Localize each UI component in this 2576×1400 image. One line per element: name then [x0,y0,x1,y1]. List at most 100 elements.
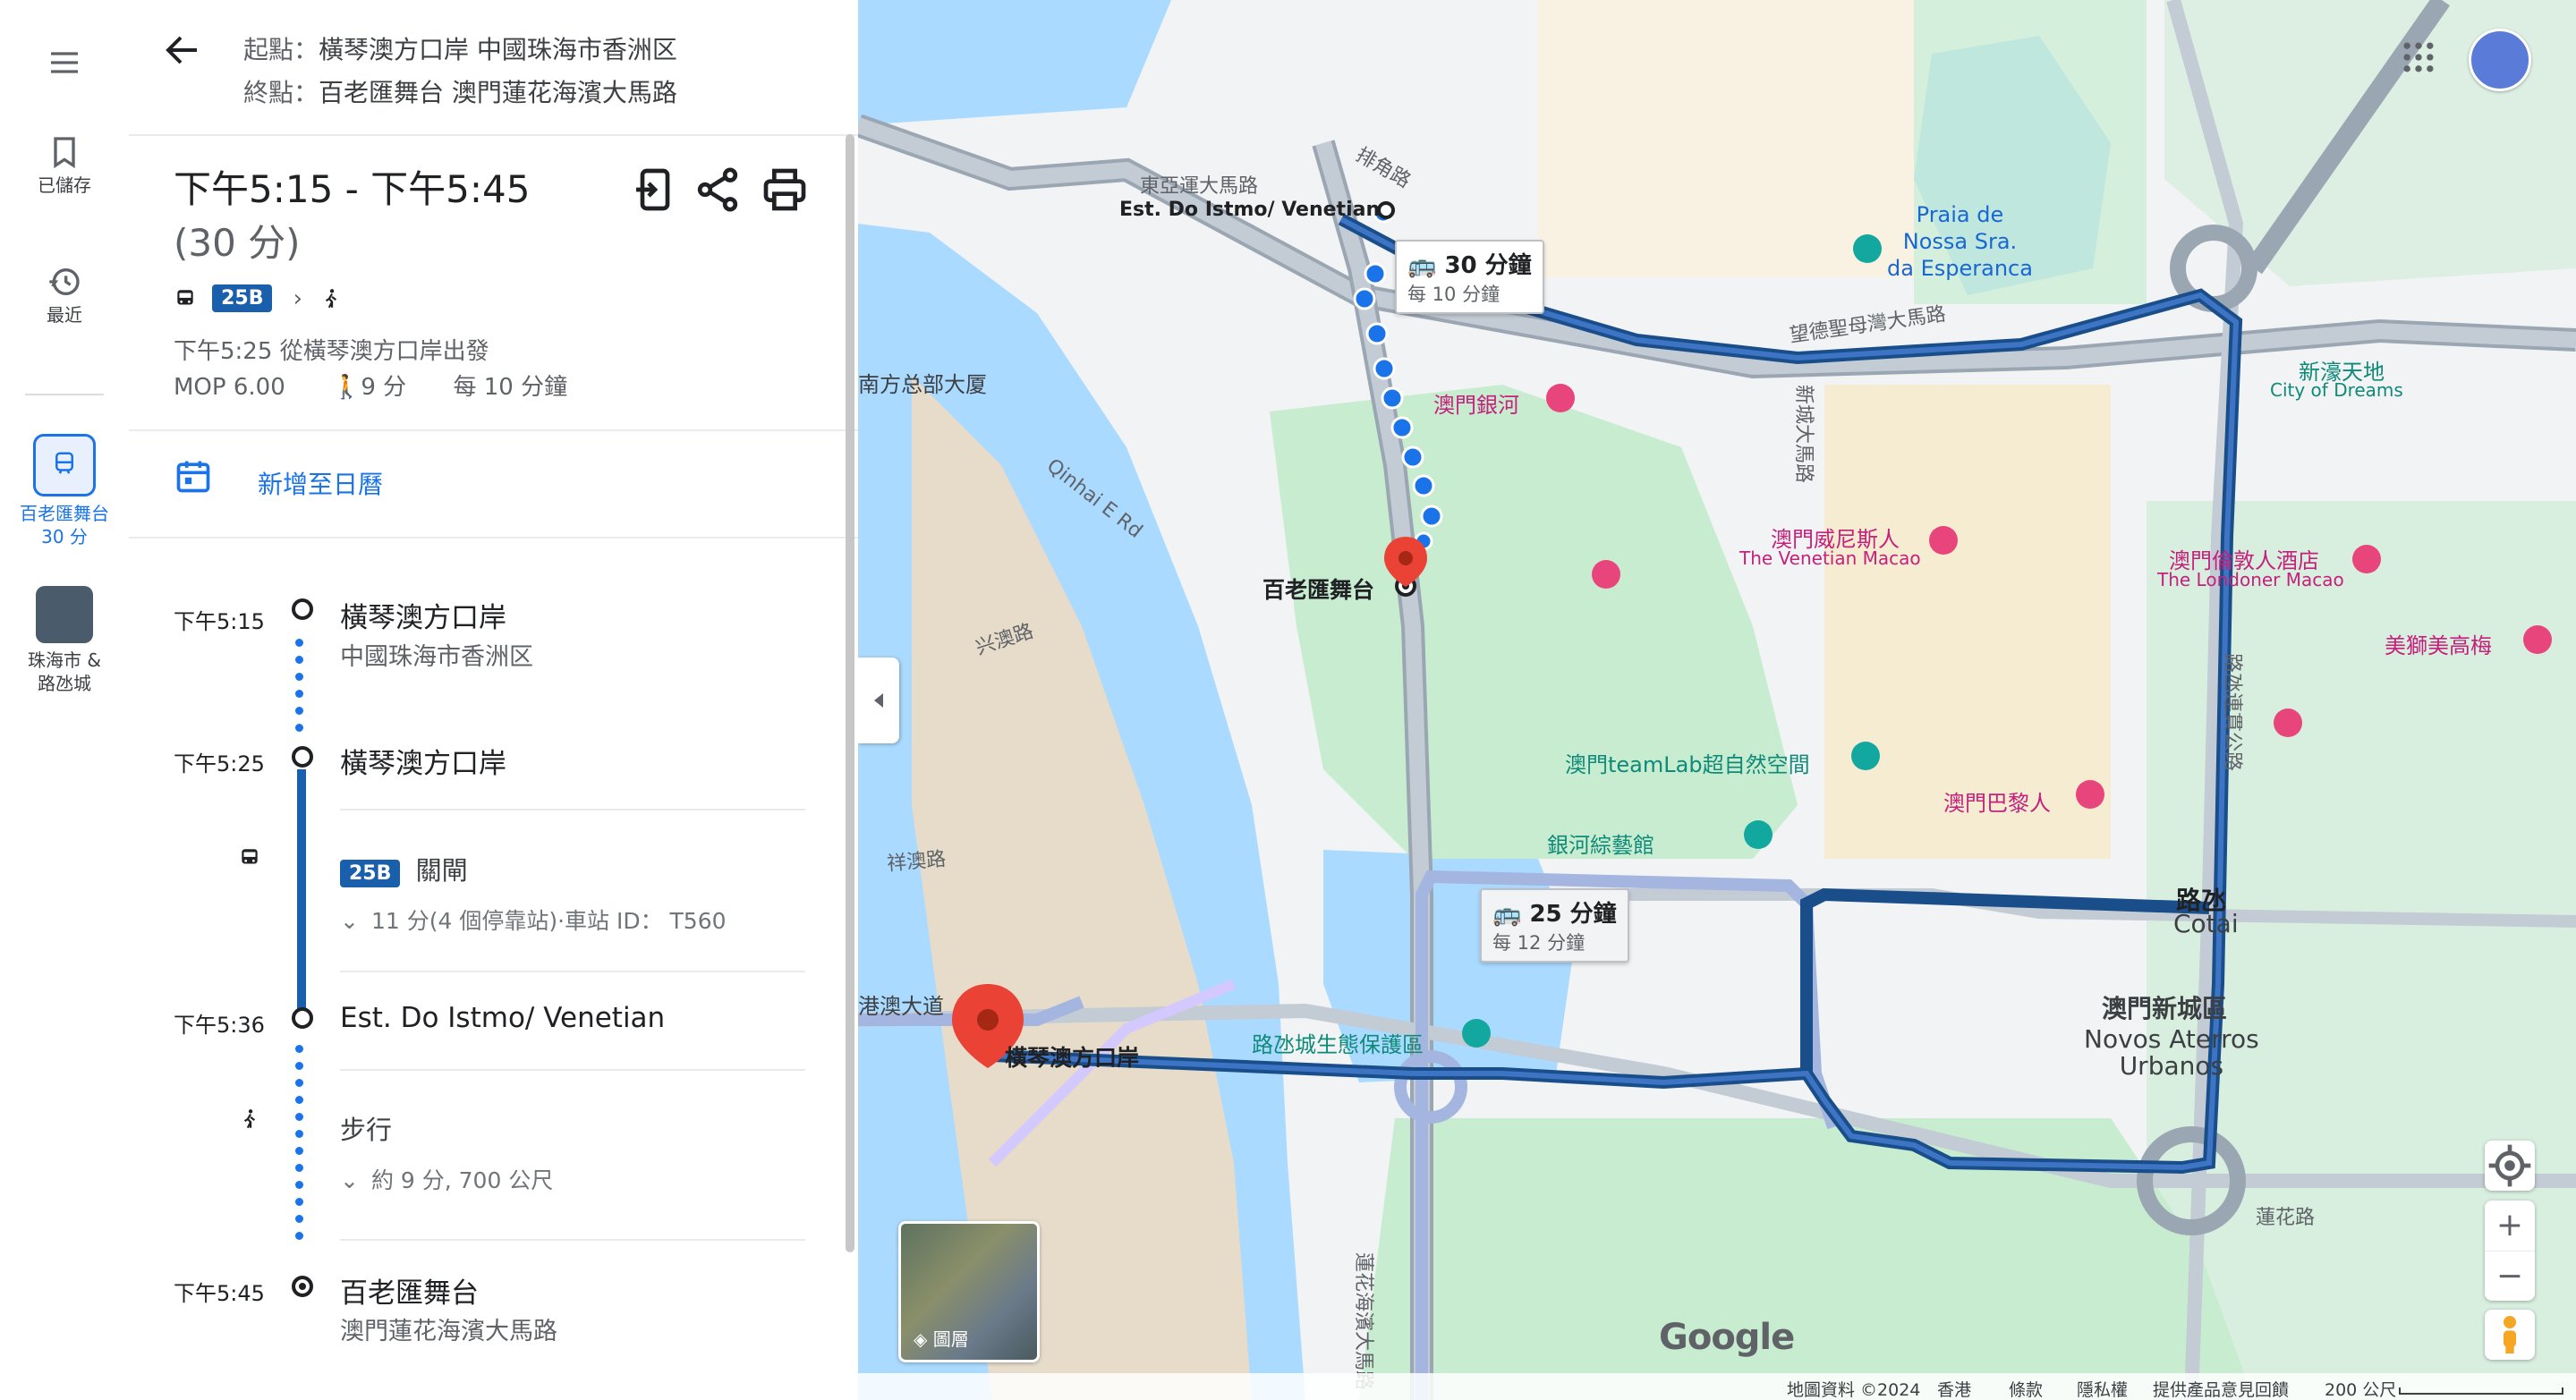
scale-bar [2399,1387,2563,1395]
region-link[interactable]: 香港 [1937,1377,1971,1400]
route-chips: 25B › [174,284,343,320]
divider [340,1069,805,1071]
poi-teamlab[interactable]: 澳門teamLab超自然空間 [1565,747,1810,778]
layers-button[interactable]: ◈ 圖層 [898,1221,1040,1362]
send-to-phone-button[interactable] [630,165,680,215]
stop2-marker [292,746,313,768]
zoom-out-button[interactable]: − [2485,1251,2535,1302]
route-callout-main[interactable]: 🚌 30 分鐘 每 10 分鐘 [1395,240,1544,314]
callout-main-time: 🚌 30 分鐘 [1407,252,1532,279]
street-view-button[interactable] [2485,1310,2535,1360]
layers-label: 圖層 [932,1328,969,1350]
divider [340,1239,805,1241]
route-callout-alt[interactable]: 🚌 25 分鐘 每 12 分鐘 [1480,888,1629,963]
origin-text: 橫琴澳方口岸 中國珠海市香洲区 [319,35,677,64]
map-canvas[interactable]: 東亞運大馬路 排角路 Est. Do Istmo/ Venetian Praia… [858,0,2576,1400]
route-badge: 25B [212,284,273,312]
stop-label-broadway[interactable]: 百老匯舞台 [1262,573,1374,605]
share-button[interactable] [693,165,743,215]
rail-divider [25,394,104,395]
chevron-down-icon: ⌄ [340,1167,359,1193]
transit-icon [33,434,96,496]
road-label: 新城大馬路 [1792,385,1815,484]
poi-mgm[interactable]: 美獅美高梅 [2385,628,2492,659]
rail-saved-label: 已儲存 [38,174,91,196]
bus-icon [242,849,258,864]
share-icon [697,167,738,212]
avatar[interactable] [2469,29,2531,91]
stop3-time: 下午5:36 [174,1013,265,1038]
map-data-credit: 地圖資料 ©2024 [1787,1380,1921,1400]
stop-label-hengqin[interactable]: 橫琴澳方口岸 [1005,1040,1139,1073]
rail-saved[interactable]: 已儲存 [0,134,129,197]
print-icon [763,168,806,211]
chevron-right-icon: › [293,284,302,312]
rail-recent[interactable]: 最近 [0,264,129,327]
stop2-name[interactable]: 橫琴澳方口岸 [340,741,506,781]
my-location-icon [2488,1144,2531,1187]
walk-detail: 約 9 分, 700 公尺 [370,1167,554,1193]
panel-scrollbar[interactable] [846,134,854,1252]
bus-leg[interactable]: 25B 關閘 [340,850,468,887]
back-button[interactable] [161,29,204,72]
my-location-button[interactable] [2485,1141,2535,1191]
bus-leg-badge: 25B [340,860,401,887]
bus-detail-toggle[interactable]: ⌄ 11 分(4 個停靠站)·車站 ID： T560 [340,904,727,936]
callout-alt-freq: 每 12 分鐘 [1492,932,1586,954]
stop3-name[interactable]: Est. Do Istmo/ Venetian [340,1002,665,1034]
pegman-icon [2504,1316,2516,1353]
send-to-phone-icon [636,168,670,211]
rail-area[interactable]: 珠海市 & 路氹城 [0,586,129,695]
rail-active-trip[interactable]: 百老匯舞台 30 分 [0,434,129,548]
callout-main-freq: 每 10 分鐘 [1407,284,1501,305]
google-logo: Google [1659,1317,1795,1358]
poi-parisian[interactable]: 澳門巴黎人 [1943,785,2051,817]
stop4-name[interactable]: 百老匯舞台 [340,1270,479,1311]
road-label: 蓮花路 [2256,1207,2316,1229]
road-label: 東亞運大馬路 [1140,175,1259,198]
walk-dotted-line [295,1045,304,1249]
zoom-in-button[interactable]: + [2485,1201,2535,1251]
menu-button[interactable] [0,45,129,84]
privacy-link[interactable]: 隱私權 [2077,1377,2128,1400]
poi-galaxy-arts[interactable]: 銀河綜藝館 [1547,827,1654,859]
poi-venetian-en: The Venetian Macao [1739,547,1921,569]
scale-label[interactable]: 200 公尺 [2325,1377,2396,1400]
directions-panel: 起點：橫琴澳方口岸 中國珠海市香洲区 終點：百老匯舞台 澳門蓮花海濱大馬路 下午… [129,0,858,1400]
destination-marker [292,1276,313,1297]
walk-icon [243,1109,256,1129]
layers-label-row: ◈ 圖層 [914,1325,969,1351]
area-novos-en: Novos Aterros Urbanos [2084,1024,2259,1081]
road-label: 蓮花海濱大馬路 [1352,1252,1374,1391]
rail-active-label: 百老匯舞台 [20,503,109,524]
walk-detail-toggle[interactable]: ⌄ 約 9 分, 700 公尺 [340,1163,553,1195]
poi-galaxy[interactable]: 澳門銀河 [1433,387,1519,419]
bus-detail: 11 分(4 個停靠站)·車站 ID： T560 [370,908,727,934]
collapse-panel-button[interactable] [858,658,899,743]
time-range: 下午5:15 - 下午5:45 [174,167,531,211]
divider [340,809,805,810]
feedback-link[interactable]: 提供產品意見回饋 [2153,1377,2289,1400]
calendar-label[interactable]: 新增至日曆 [258,465,383,501]
print-button[interactable] [760,165,810,215]
origin-line[interactable]: 起點：橫琴澳方口岸 中國珠海市香洲区 [243,30,677,66]
directions-header: 起點：橫琴澳方口岸 中國珠海市香洲区 終點：百老匯舞台 澳門蓮花海濱大馬路 [129,0,858,136]
stop-label-venetian[interactable]: Est. Do Istmo/ Venetian [1119,199,1380,221]
rail-active-sub: 30 分 [41,526,88,547]
calendar-button[interactable] [174,456,213,499]
divider [129,537,858,539]
stop1-marker [292,598,313,620]
caret-left-icon [874,693,883,708]
dest-prefix: 終點： [243,78,319,107]
fare: MOP 6.00 [174,374,285,401]
walk-icon [326,288,337,308]
stop4-time: 下午5:45 [174,1281,265,1306]
poi-eco-reserve[interactable]: 路氹城生態保護區 [1252,1027,1424,1058]
apps-grid-icon [2403,42,2434,72]
arrow-back-icon [166,36,197,64]
calendar-icon [176,461,210,493]
terms-link[interactable]: 條款 [2009,1377,2043,1400]
destination-line[interactable]: 終點：百老匯舞台 澳門蓮花海濱大馬路 [243,73,677,109]
stop1-name[interactable]: 橫琴澳方口岸 [340,595,506,635]
chevron-down-icon: ⌄ [340,908,359,934]
